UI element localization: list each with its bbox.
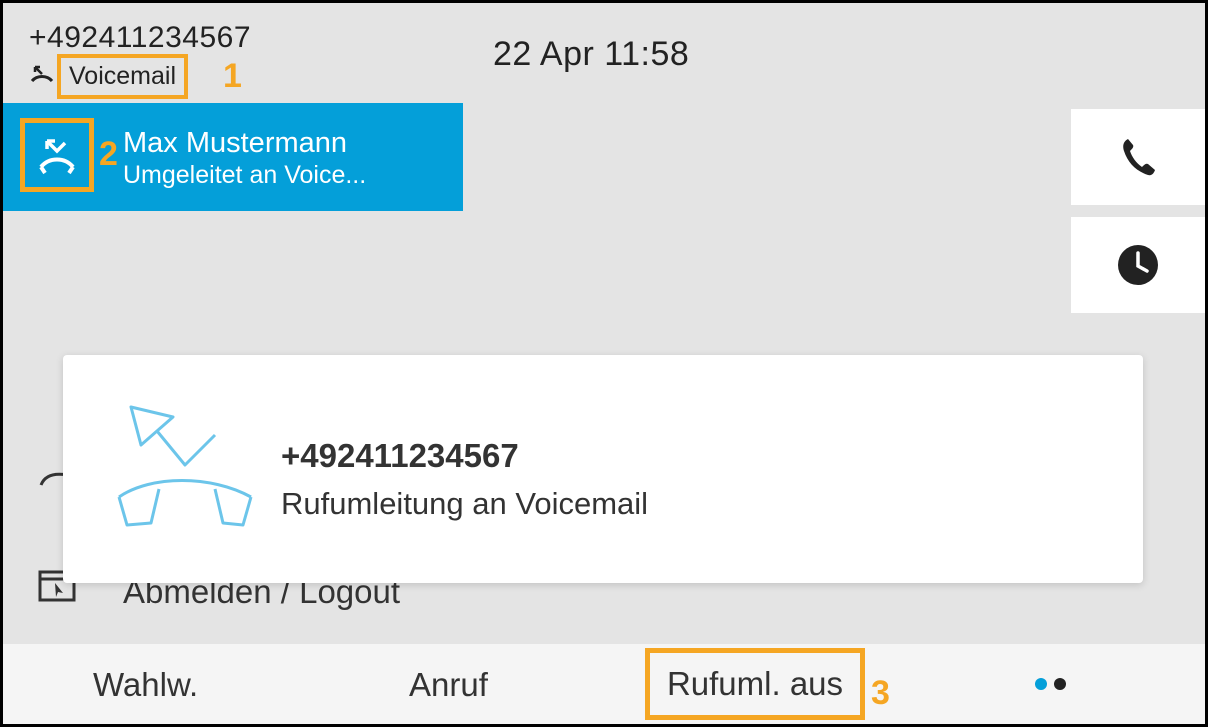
softkey-call[interactable]: Anruf <box>409 666 488 704</box>
recents-button[interactable] <box>1071 217 1205 313</box>
softkey-bar: Wahlw. Anruf Rufuml. aus 3 <box>3 644 1205 724</box>
line-status-text: Umgeleitet an Voice... <box>123 161 367 189</box>
header-clock: 22 Apr 11:58 <box>493 35 690 73</box>
annotation-marker-3: 3 <box>871 674 890 712</box>
call-button[interactable] <box>1071 109 1205 205</box>
line-contact-name: Max Mustermann <box>123 127 348 159</box>
forward-to-voicemail-icon <box>39 139 75 175</box>
softkey-redial[interactable]: Wahlw. <box>93 666 198 704</box>
page-dot-inactive <box>1054 678 1066 690</box>
line-button-active[interactable]: Max Mustermann Umgeleitet an Voice... <box>3 103 463 211</box>
header-status: Voicemail <box>29 53 188 99</box>
line-icon-frame <box>20 118 94 192</box>
annotation-marker-1: 1 <box>223 57 242 95</box>
popup-message: Rufumleitung an Voicemail <box>281 486 649 521</box>
clock-icon <box>1118 245 1158 285</box>
forward-all-icon <box>30 65 54 83</box>
phone-screen: +492411234567 Voicemail 1 22 Apr 11:58 M… <box>3 3 1205 724</box>
softkey-forward-off[interactable]: Rufuml. aus <box>645 648 865 720</box>
header-line-number: +492411234567 <box>29 21 252 54</box>
page-indicator[interactable] <box>1035 678 1066 690</box>
forward-notification-popup: +492411234567 Rufumleitung an Voicemail <box>63 355 1143 583</box>
popup-number: +492411234567 <box>281 437 519 474</box>
page-dot-active <box>1035 678 1047 690</box>
phone-handset-icon <box>1123 139 1155 176</box>
annotation-marker-2: 2 <box>99 135 118 173</box>
forward-to-voicemail-icon <box>117 405 253 527</box>
header-status-label: Voicemail <box>57 53 188 99</box>
softkey-forward-off-label: Rufuml. aus <box>666 665 844 702</box>
